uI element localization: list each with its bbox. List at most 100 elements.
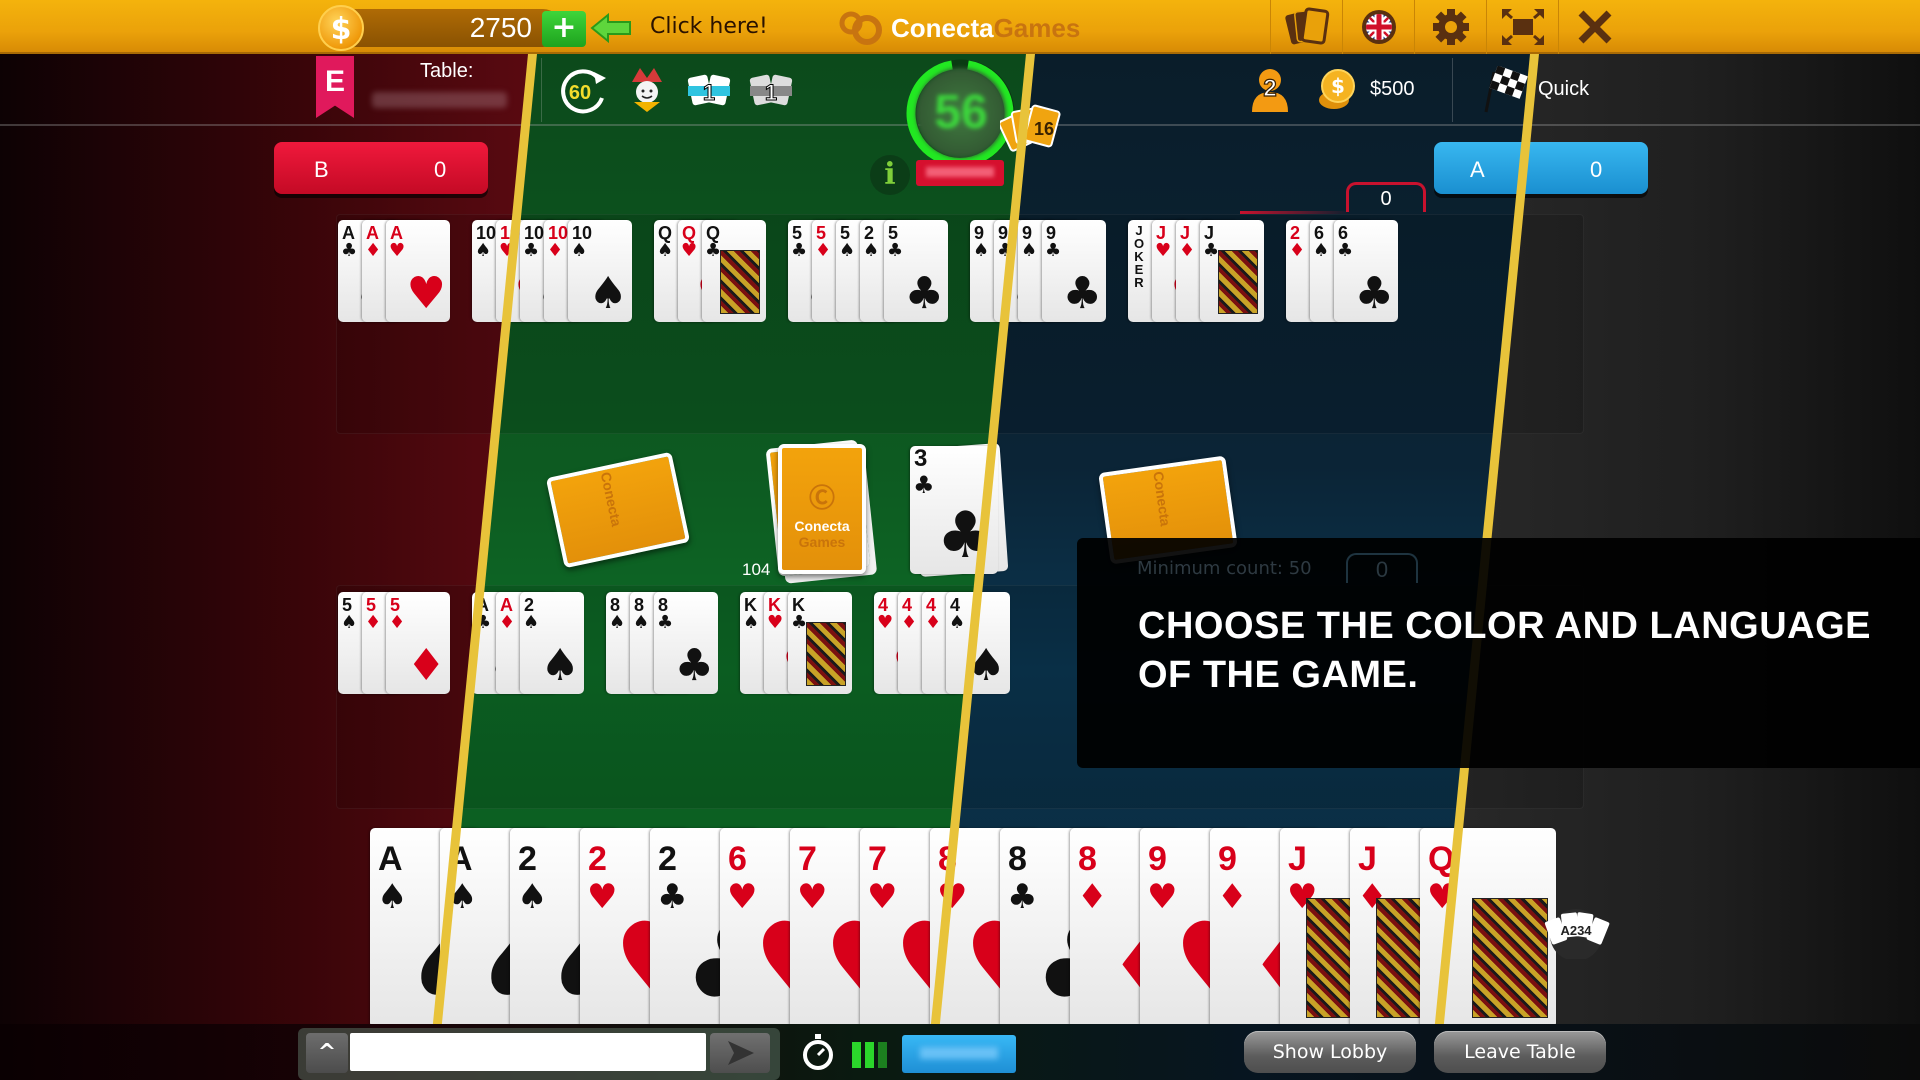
- card-rank: 8: [1008, 840, 1027, 878]
- team-b-meld-points: 0: [1346, 553, 1418, 583]
- card-suit-icon: ♣: [705, 240, 722, 261]
- card-suit-icon: ♠: [657, 240, 674, 261]
- game-mode-label: Quick: [1538, 78, 1590, 100]
- card-center-suit-icon: ♣: [904, 268, 944, 319]
- card-suit-icon: ♦: [1179, 240, 1196, 261]
- card-suit-icon: ♣: [791, 612, 808, 633]
- players-count-icon: 2: [1252, 69, 1288, 112]
- status-button-blurred[interactable]: [902, 1035, 1016, 1073]
- playing-card[interactable]: 5♦♦: [386, 592, 450, 694]
- card-suit-icon: ♣: [1337, 240, 1354, 261]
- card-suit-icon: ♥: [1155, 240, 1172, 261]
- playing-card[interactable]: Q ♣: [702, 220, 766, 322]
- sort-hand-button[interactable]: A234: [1540, 905, 1612, 959]
- playing-card[interactable]: 8♣♣: [654, 592, 718, 694]
- opponent-hand-count-icon: 16: [1000, 104, 1061, 152]
- team-a-name: A: [1470, 157, 1485, 182]
- svg-text:$: $: [1331, 74, 1345, 98]
- card-deck-icon: [1284, 7, 1329, 45]
- face-card-art: [806, 622, 846, 686]
- playing-card[interactable]: 9♣♣: [1042, 220, 1106, 322]
- draw-deck[interactable]: Ⓒ Conecta Games: [778, 444, 866, 574]
- playing-card[interactable]: K ♣: [788, 592, 852, 694]
- team-b-points: 0: [434, 157, 447, 182]
- card-suit-icon: ♠: [743, 612, 760, 633]
- fullscreen-button[interactable]: [1486, 0, 1558, 54]
- card-suit-icon: ♦: [389, 612, 406, 633]
- language-button[interactable]: [1342, 0, 1414, 54]
- card-center-suit-icon: ♣: [674, 640, 714, 691]
- opponent-melds-count-icon: 1: [749, 74, 793, 106]
- card-center-suit-icon: ♠: [588, 268, 628, 319]
- playing-card[interactable]: 5♣♣: [884, 220, 948, 322]
- card-rank: J: [1288, 840, 1307, 878]
- card-center-suit-icon: ♣: [1062, 268, 1102, 319]
- face-card-art: [1218, 250, 1258, 314]
- card-suit-icon: ♠: [949, 612, 966, 633]
- close-button[interactable]: [1558, 0, 1630, 54]
- turn-time-value: 60: [569, 82, 591, 104]
- card-rank: 9: [1218, 840, 1237, 878]
- card-suit-icon: ♣: [1203, 240, 1220, 261]
- table-name-blurred: [372, 92, 507, 108]
- playing-card[interactable]: 6 ♣ ♣: [1334, 220, 1398, 322]
- send-icon: [728, 1041, 754, 1065]
- playing-card[interactable]: A ♥ ♥: [386, 220, 450, 322]
- card-suit-icon: ♠: [839, 240, 856, 261]
- gear-icon: [1432, 9, 1469, 45]
- chat-send-button[interactable]: [710, 1033, 770, 1073]
- card-suit-icon: ♦: [499, 612, 516, 633]
- card-suit-icon: ♣: [341, 240, 358, 261]
- checkered-flag-icon: [1484, 66, 1528, 113]
- divider: [1452, 58, 1453, 122]
- card-suit-icon: ♠: [1021, 240, 1038, 261]
- card-rank: 8: [1078, 840, 1097, 878]
- promo-link[interactable]: Click here!: [650, 14, 768, 39]
- divider: [541, 58, 542, 122]
- card-suit-icon: ♦: [365, 240, 382, 261]
- jester-icon: [632, 68, 662, 112]
- svg-text:1: 1: [765, 80, 777, 105]
- active-player-name-blurred: [916, 160, 1004, 186]
- card-suit-icon: ♣: [791, 240, 808, 261]
- coins-stack-icon: $: [1319, 69, 1355, 109]
- logo-mark-icon: [839, 11, 882, 45]
- show-lobby-button[interactable]: Show Lobby: [1244, 1031, 1416, 1073]
- svg-text:1: 1: [703, 80, 715, 105]
- player-avatar[interactable]: 56: [916, 68, 1006, 158]
- arrow-left-icon: [590, 13, 631, 43]
- playing-card[interactable]: 10♠♠: [568, 220, 632, 322]
- card-rank: 7: [868, 840, 887, 878]
- minimum-count-label: Minimum count: 50: [1137, 558, 1312, 579]
- card-rank: J: [1358, 840, 1377, 878]
- settings-button[interactable]: [1414, 0, 1486, 54]
- card-rank: 6: [728, 840, 747, 878]
- card-suit-icon: ♦: [365, 612, 382, 633]
- turn-timer-icon: 60: [561, 69, 606, 114]
- table-label: Table:: [420, 60, 474, 82]
- chat-expand-button[interactable]: ^: [306, 1033, 348, 1073]
- card-deck-button[interactable]: [1270, 0, 1342, 54]
- add-coins-button[interactable]: +: [542, 11, 586, 47]
- team-melds-count-icon: 1: [687, 74, 731, 106]
- card-suit-icon: ♠: [571, 240, 588, 261]
- card-suit-icon: ♥: [389, 240, 406, 261]
- card-suit-icon: ♠: [341, 612, 358, 633]
- stopwatch-icon: [803, 1034, 833, 1070]
- card-center-suit-icon: ♠: [540, 640, 580, 691]
- leave-table-button[interactable]: Leave Table: [1434, 1031, 1606, 1073]
- card-suit-icon: ♣: [887, 240, 904, 261]
- card-suit-icon: ♣: [657, 612, 674, 633]
- playing-card[interactable]: 2♠♠: [520, 592, 584, 694]
- card-suit-icon: ♣: [523, 240, 540, 261]
- playing-card[interactable]: J ♣: [1200, 220, 1264, 322]
- card-rank: A: [378, 840, 403, 878]
- coin-icon: $: [318, 5, 364, 51]
- card-suit-icon: ♠: [1313, 240, 1330, 261]
- chat-input[interactable]: [350, 1033, 706, 1071]
- card-rank: 2: [518, 840, 537, 878]
- info-button[interactable]: i: [870, 155, 910, 195]
- team-b-name: B: [314, 157, 329, 182]
- card-suit-icon: ♠: [475, 240, 492, 261]
- conecta-games-logo: Conecta Games: [835, 10, 1080, 46]
